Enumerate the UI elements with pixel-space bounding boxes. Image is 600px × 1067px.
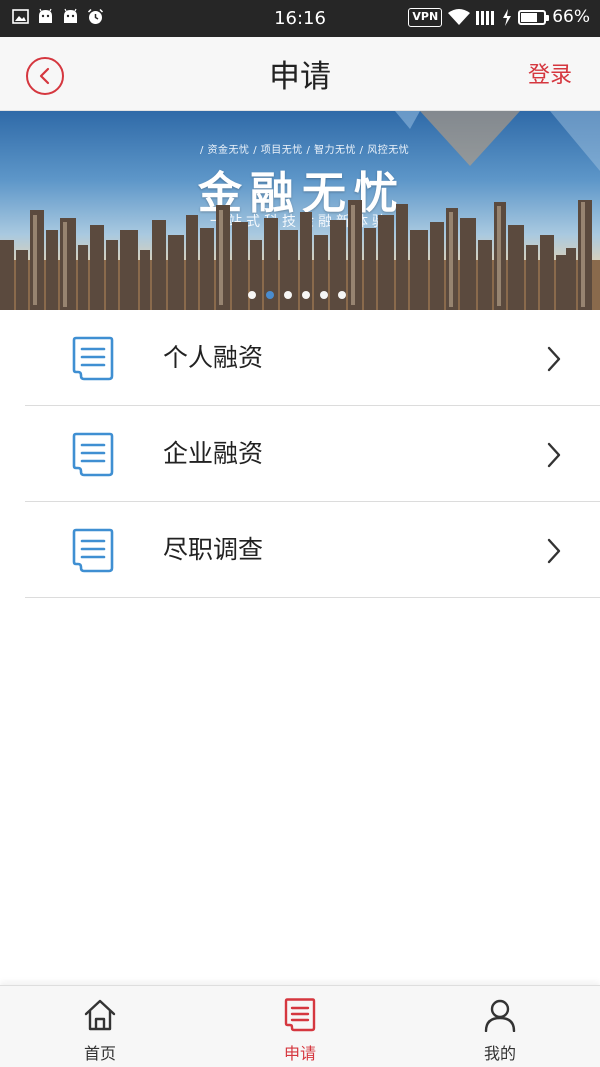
tab-label: 首页 <box>83 1044 116 1063</box>
chevron-right-icon <box>547 442 561 468</box>
battery-percent: 66% <box>552 7 590 27</box>
chevron-right-icon <box>547 538 561 564</box>
document-icon <box>72 432 114 477</box>
tab-label: 申请 <box>283 1044 316 1063</box>
app-header: 申请 登录 <box>0 37 600 111</box>
system-indicators: VPN 66% <box>408 7 590 27</box>
carousel-dot[interactable] <box>248 291 256 299</box>
menu-item-enterprise-financing[interactable]: 企业融资 <box>25 406 600 502</box>
carousel-dot[interactable] <box>266 291 274 299</box>
tab-apply[interactable]: 申请 <box>200 986 400 1067</box>
status-bar: 16:16 VPN 66% <box>0 0 600 37</box>
home-icon <box>84 999 116 1031</box>
carousel-indicator[interactable] <box>248 291 346 299</box>
document-icon <box>284 998 316 1032</box>
chevron-right-icon <box>547 346 561 372</box>
menu-item-label: 个人融资 <box>163 343 264 372</box>
carousel-dot[interactable] <box>338 291 346 299</box>
login-button[interactable]: 登录 <box>528 57 572 89</box>
document-icon <box>72 528 114 573</box>
promo-banner[interactable]: / 资金无忧 / 项目无忧 / 智力无忧 / 风控无忧 金融无忧 一站式科技金融… <box>0 111 600 310</box>
tab-home[interactable]: 首页 <box>0 986 200 1067</box>
vpn-badge: VPN <box>408 7 443 27</box>
menu-item-label: 尽职调查 <box>163 535 264 564</box>
battery-icon <box>518 9 550 25</box>
banner-tagline: / 资金无忧 / 项目无忧 / 智力无忧 / 风控无忧 <box>200 145 410 156</box>
menu-item-due-diligence[interactable]: 尽职调查 <box>25 502 600 598</box>
carousel-dot[interactable] <box>284 291 292 299</box>
bottom-tab-bar: 首页 申请 我的 <box>0 985 600 1067</box>
menu-item-personal-financing[interactable]: 个人融资 <box>25 310 600 406</box>
carousel-dot[interactable] <box>320 291 328 299</box>
tab-mine[interactable]: 我的 <box>400 986 600 1067</box>
user-icon <box>484 999 516 1032</box>
menu-item-label: 企业融资 <box>163 439 264 468</box>
document-icon <box>72 336 114 381</box>
tab-label: 我的 <box>483 1044 516 1063</box>
page-title: 申请 <box>269 59 331 95</box>
signal-icon <box>476 10 495 25</box>
apply-menu-list: 个人融资 企业融资 尽职调查 <box>0 310 600 598</box>
charging-icon <box>503 8 512 26</box>
wifi-icon <box>448 8 471 25</box>
carousel-dot[interactable] <box>302 291 310 299</box>
